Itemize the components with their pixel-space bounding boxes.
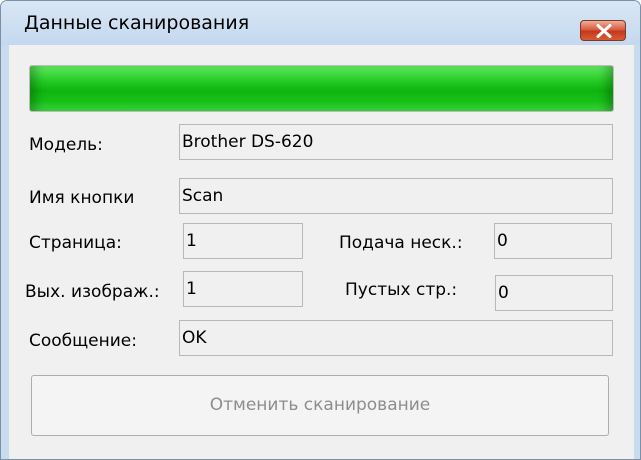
button-name-field: Scan	[179, 178, 613, 214]
page-label: Страница:	[29, 233, 122, 253]
dialog-title: Данные сканирования	[24, 12, 250, 34]
button-name-label: Имя кнопки	[29, 188, 135, 208]
message-label: Сообщение:	[29, 331, 137, 351]
progress-fill	[30, 66, 613, 111]
model-label: Модель:	[29, 135, 103, 155]
cancel-scan-button[interactable]: Отменить сканирование	[31, 375, 609, 436]
close-x-icon	[596, 24, 612, 38]
page-field: 1	[183, 223, 303, 259]
scan-data-dialog: Данные сканирования Модель: Brother DS-6…	[0, 0, 641, 460]
blank-pages-label: Пустых стр.:	[345, 280, 458, 300]
message-field: OK	[179, 320, 613, 356]
dialog-body: Модель: Brother DS-620 Имя кнопки Scan С…	[9, 45, 634, 459]
title-bar[interactable]: Данные сканирования	[1, 1, 640, 45]
output-images-label: Вых. изображ.:	[25, 282, 160, 302]
close-button[interactable]	[580, 20, 626, 41]
model-field: Brother DS-620	[179, 124, 613, 160]
multifeed-label: Подача неск.:	[339, 233, 463, 253]
multifeed-field: 0	[494, 223, 612, 259]
output-images-field: 1	[183, 271, 303, 307]
scan-progress-bar	[29, 65, 614, 112]
blank-pages-field: 0	[495, 275, 613, 311]
